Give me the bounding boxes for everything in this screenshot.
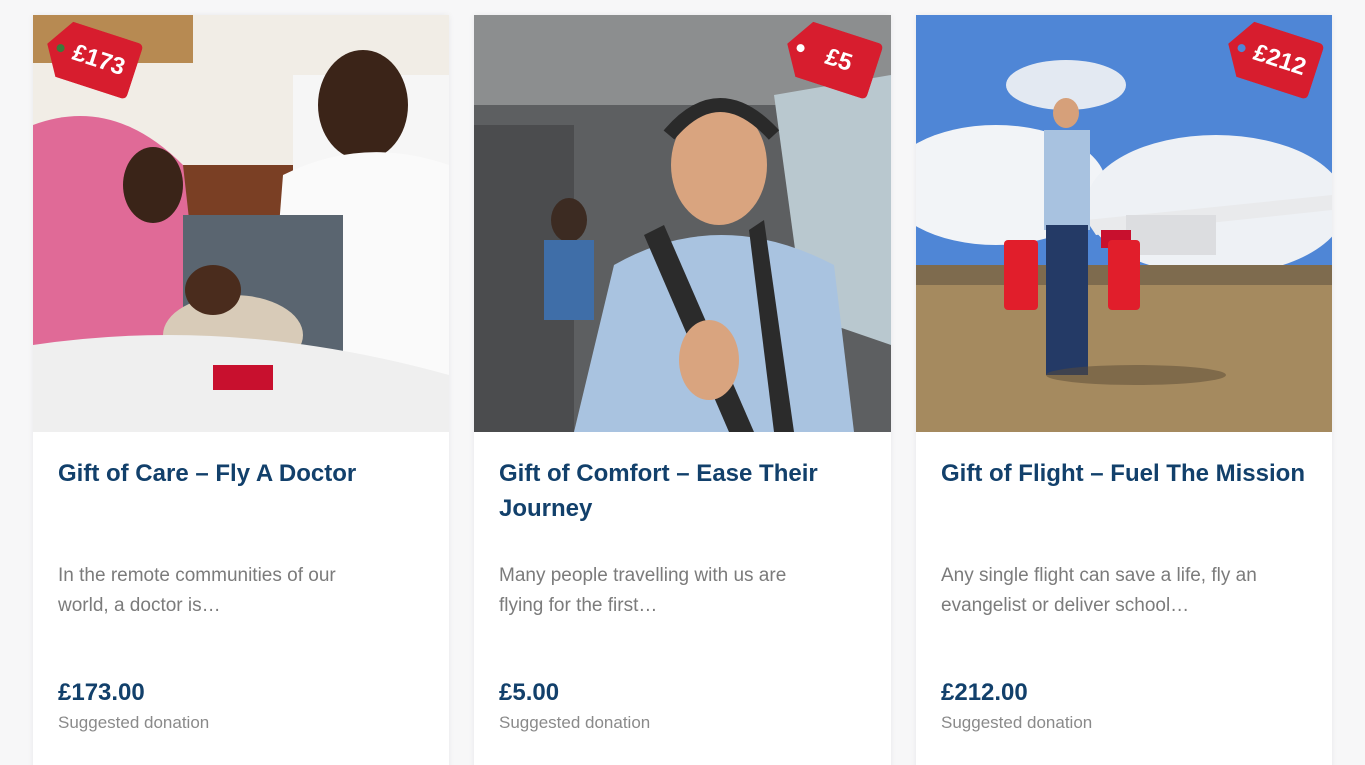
- card-title[interactable]: Gift of Flight – Fuel The Mission: [941, 456, 1307, 561]
- card-photo-pilot[interactable]: £5: [474, 15, 891, 432]
- card-body: Gift of Comfort – Ease Their Journey Man…: [474, 432, 891, 733]
- gift-card-care[interactable]: £173 Gift of Care – Fly A Doctor In the …: [33, 15, 449, 765]
- card-title[interactable]: Gift of Care – Fly A Doctor: [58, 456, 424, 561]
- card-price: £173.00: [58, 679, 145, 706]
- gift-grid: £173 Gift of Care – Fly A Doctor In the …: [0, 0, 1365, 765]
- card-price-note: Suggested donation: [58, 713, 210, 732]
- card-title[interactable]: Gift of Comfort – Ease Their Journey: [499, 456, 866, 561]
- card-price: £212.00: [941, 679, 1028, 706]
- card-body: Gift of Flight – Fuel The Mission Any si…: [916, 432, 1332, 733]
- gift-card-flight[interactable]: £212 Gift of Flight – Fuel The Mission A…: [916, 15, 1332, 765]
- card-photo-fuel[interactable]: £212: [916, 15, 1332, 432]
- gift-card-comfort[interactable]: £5 Gift of Comfort – Ease Their Journey …: [474, 15, 891, 765]
- card-price-note: Suggested donation: [499, 713, 651, 732]
- card-description: Any single flight can save a life, fly a…: [941, 565, 1257, 616]
- card-photo-doctor[interactable]: £173: [33, 15, 449, 432]
- card-description: In the remote communities of our world, …: [58, 565, 336, 616]
- card-body: Gift of Care – Fly A Doctor In the remot…: [33, 432, 449, 733]
- card-price: £5.00: [499, 679, 560, 706]
- card-price-note: Suggested donation: [941, 713, 1093, 732]
- card-description: Many people travelling with us are flyin…: [499, 565, 787, 616]
